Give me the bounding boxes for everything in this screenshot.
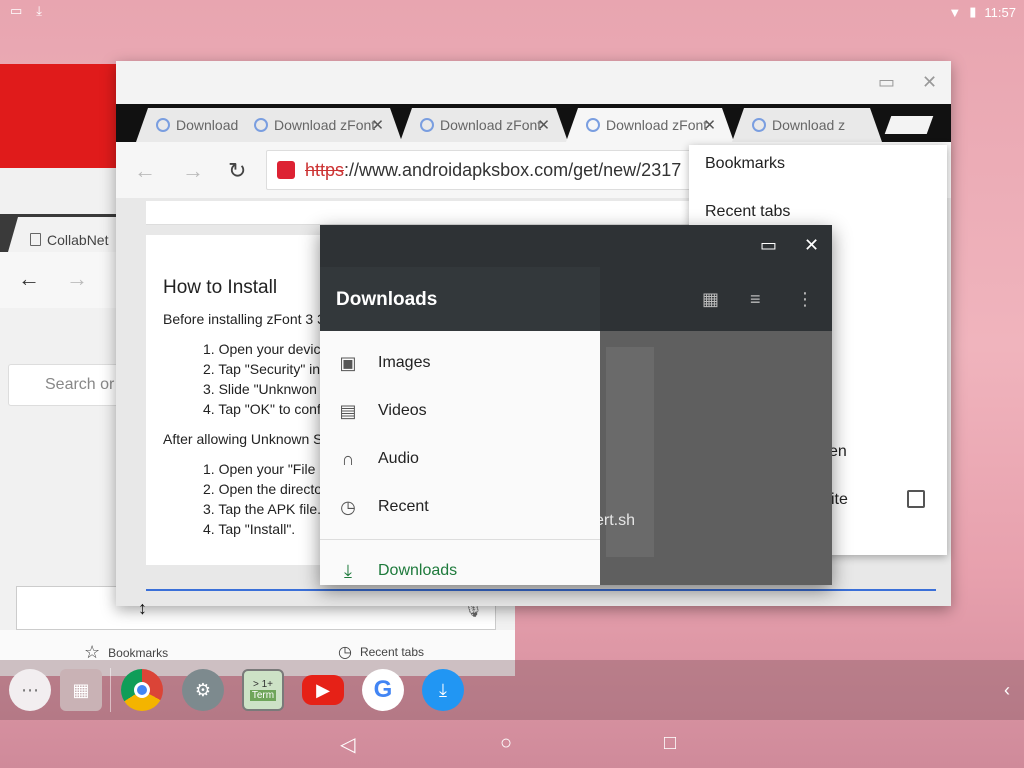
tab-title: Download zFont [274,117,376,133]
status-bar: ▭ ⤓ ▼ ▮ 11:57 [0,0,1024,24]
drawer-item-label: Downloads [378,562,458,579]
drawer-item-label: Audio [378,450,419,467]
tab-close-icon[interactable]: ✕ [371,116,384,134]
desktop-site-checkbox[interactable] [907,490,925,508]
clock: 11:57 [984,4,1016,20]
clock-icon: ◷ [338,644,352,661]
drawer-item-downloads[interactable]: ⤓ Downloads [320,547,600,595]
more-options-icon[interactable]: ⋮ [796,289,814,310]
article-top-card [146,201,706,225]
apk-steps-list: 1. Open your "File Ma 2. Open the direct… [203,459,339,539]
url-scheme: https [305,159,345,180]
sort-icon[interactable]: ≡ [750,289,761,310]
tab-title: Download zFont [606,117,708,133]
close-icon[interactable]: ✕ [922,72,937,93]
list-item: 4. Tap "Install". [203,521,296,537]
forward-arrow-icon[interactable]: → [182,158,204,184]
site-favicon-icon [254,118,268,132]
tab[interactable]: Download zFont ✕ [400,108,568,142]
page-icon [30,233,41,246]
home-nav-icon[interactable]: ○ [500,732,512,755]
recents-nav-icon[interactable]: □ [664,732,676,755]
bookmarks-label: Bookmarks [108,645,169,660]
image-icon: ▣ [339,352,357,373]
downloads-window[interactable]: ▭ ✕ ▦ ≡ ⋮ Downloads ert.sh ▣ Images ▤ Vi… [320,225,832,585]
menu-item-bookmarks[interactable]: Bookmarks [705,155,785,173]
tab-close-icon[interactable]: ✕ [537,116,550,134]
back-nav-icon[interactable]: ◁ [340,732,355,757]
tab[interactable]: Download z [732,108,882,142]
window-titlebar[interactable]: ▭ ✕ [116,61,951,104]
chrome-icon[interactable] [121,669,163,711]
wifi-icon: ▼ [948,4,962,20]
resize-cursor-icon: ↕ [138,598,147,618]
taskbar-divider [110,668,111,712]
drawer-item-audio[interactable]: ∩ Audio [320,435,600,483]
terminal-label-top: > 1+ [252,679,274,690]
drawer-item-videos[interactable]: ▤ Videos [320,387,600,435]
forward-arrow-icon[interactable]: → [66,266,88,292]
tab-close-icon[interactable]: ✕ [703,116,716,134]
video-icon: ▤ [339,400,357,421]
drawer-divider [320,539,600,540]
site-favicon-icon [420,118,434,132]
drawer-item-recent[interactable]: ◷ Recent [320,483,600,531]
taskbar-expand-icon[interactable]: ‹ [1004,680,1010,701]
downloads-titlebar[interactable]: ▭ ✕ [320,225,832,267]
drawer-item-label: Videos [378,402,427,419]
url-text: ://www.androidapksbox.com/get/new/2317 [344,159,682,180]
app-drawer-icon[interactable]: ⋯ [9,669,51,711]
url-bar[interactable]: https ://www.androidapksbox.com/get/new/… [266,150,696,190]
background-search-placeholder: Search or [45,376,115,393]
drawer-item-label: Recent [378,498,429,515]
site-favicon-icon [586,118,600,132]
tab-title: Download z [772,117,846,133]
maximize-icon[interactable]: ▭ [760,235,777,256]
list-item: 1. Open your "File Ma [203,461,339,477]
back-arrow-icon[interactable]: ← [18,266,40,292]
background-red-banner [0,64,120,168]
recent-tabs-label: Recent tabs [359,645,425,659]
article-intro-2: After allowing Unknown S [163,431,323,447]
drawer-item-images[interactable]: ▣ Images [320,339,600,387]
lock-icon [277,161,295,179]
tab[interactable]: Download zFont ✕ [234,108,402,142]
tabstrip: Download Download zFont ✕ Download zFont… [116,104,951,142]
download-manager-icon[interactable]: ⤓ [422,669,464,711]
background-tab-title: CollabNet [47,231,109,248]
reload-icon[interactable]: ↻ [228,158,246,184]
terminal-icon[interactable]: > 1+ Term [242,669,284,711]
drawer-item-label: Images [378,354,431,371]
site-favicon-icon [752,118,766,132]
article-intro: Before installing zFont 3 3 [163,311,325,327]
terminal-label-bottom: Term [249,690,277,701]
downloads-drawer: ▣ Images ▤ Videos ∩ Audio ◷ Recent ⤓ Dow… [320,331,600,585]
recent-tabs-shortcut[interactable]: ◷ Recent tabs [338,642,424,662]
notification-icon: ▭ [10,3,23,18]
download-notification-icon: ⤓ [36,3,43,18]
download-icon: ⤓ [344,560,352,581]
article-heading: How to Install [163,277,278,298]
headphones-icon: ∩ [341,448,355,469]
settings-icon[interactable]: ⚙ [182,669,224,711]
youtube-icon[interactable]: ▶ [302,675,344,705]
grid-view-icon[interactable]: ▦ [702,289,719,310]
list-item: 3. Tap the APK file. [203,501,322,517]
file-name-partial[interactable]: ert.sh [595,512,635,530]
tab-active[interactable]: Download zFont ✕ [566,108,734,142]
new-tab-button[interactable] [884,116,934,134]
close-icon[interactable]: ✕ [804,235,819,256]
back-arrow-icon[interactable]: ← [134,158,156,184]
list-item: 2. Open the directory [203,481,334,497]
battery-icon: ▮ [969,4,977,19]
clock-icon: ◷ [340,496,356,517]
maximize-icon[interactable]: ▭ [878,72,895,93]
recent-apps-grid-icon[interactable]: ▦ [60,669,102,711]
drawer-title: Downloads [320,267,600,331]
menu-item-recent-tabs[interactable]: Recent tabs [705,203,790,221]
tab-title: Download zFont [440,117,542,133]
google-icon[interactable]: G [362,669,404,711]
site-favicon-icon [156,118,170,132]
tab-title: Download [176,117,239,133]
